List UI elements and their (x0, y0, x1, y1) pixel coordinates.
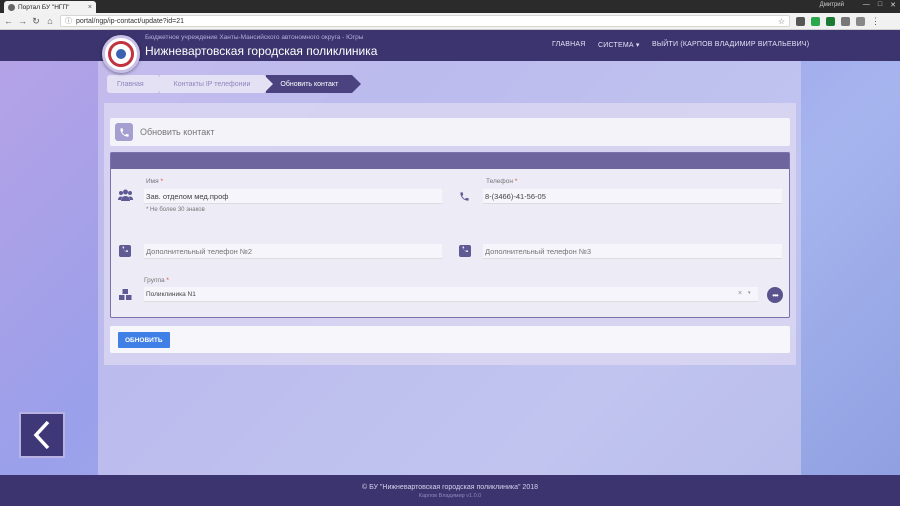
breadcrumb: Главная Контакты IP телефонии Обновить к… (107, 75, 362, 93)
extension-icon[interactable] (796, 16, 805, 26)
back-button[interactable] (19, 412, 65, 458)
name-label: Имя * (146, 178, 164, 185)
name-hint: * Не более 30 знаков (146, 207, 205, 213)
phone-square-icon (119, 245, 131, 259)
site-brand[interactable]: Нижневартовская городская поликлиника (145, 44, 377, 58)
browser-tab[interactable]: Портал БУ "НГП" × (4, 1, 96, 13)
site-footer: © БУ "Нижневартовская городская поликлин… (0, 475, 900, 506)
group-select[interactable]: Поликлиника N1 (144, 287, 758, 302)
bookmark-star-icon[interactable]: ☆ (778, 17, 785, 26)
nav-logout[interactable]: ВЫЙТИ (КАРПОВ ВЛАДИМИР ВИТАЛЬЕВИЧ) (652, 41, 809, 48)
phone-square-icon (459, 245, 471, 259)
more-options-button[interactable]: ••• (767, 287, 783, 303)
nav-home[interactable]: ГЛАВНАЯ (552, 41, 586, 48)
url-text: portal/ngp/ip-contact/update?id=21 (76, 17, 184, 25)
breadcrumb-contacts[interactable]: Контакты IP телефонии (159, 75, 274, 93)
tab-close-icon[interactable]: × (88, 4, 92, 11)
cubes-icon (118, 289, 133, 303)
home-icon[interactable]: ⌂ (46, 16, 54, 26)
header-subtitle: Бюджетное учреждение Ханты-Мансийского а… (145, 34, 364, 41)
forward-icon[interactable]: → (18, 16, 27, 26)
back-icon[interactable]: ← (4, 16, 13, 26)
name-input[interactable]: Зав. отделом мед.проф (144, 189, 442, 204)
form-actions: ОБНОВИТЬ (110, 326, 790, 353)
phone-label: Телефон * (486, 178, 518, 185)
phone-icon (459, 191, 470, 204)
site-info-icon[interactable]: ⓘ (65, 16, 72, 26)
breadcrumb-home[interactable]: Главная (107, 75, 167, 93)
favicon-icon (8, 3, 15, 11)
tab-title: Портал БУ "НГП" (18, 3, 70, 11)
extension-icon[interactable] (826, 16, 835, 26)
phone-icon (115, 123, 133, 141)
chevron-down-icon[interactable]: ▾ (748, 290, 751, 296)
menu-icon[interactable]: ⋮ (871, 16, 880, 27)
phone2-input[interactable] (144, 244, 442, 259)
minimize-icon[interactable]: — (863, 1, 870, 9)
extension-icon[interactable] (856, 16, 865, 26)
address-bar-row: ← → ↻ ⌂ ⓘ portal/ngp/ip-contact/update?i… (0, 13, 900, 30)
update-button[interactable]: ОБНОВИТЬ (118, 332, 170, 348)
page-title-bar: Обновить контакт (110, 118, 790, 146)
chevron-left-icon (33, 420, 50, 450)
logo[interactable] (102, 35, 140, 73)
version-info: Карпов Владимир v1.0.0 (418, 493, 482, 499)
url-input[interactable]: ⓘ portal/ngp/ip-contact/update?id=21 ☆ (60, 15, 790, 27)
copyright: © БУ "Нижневартовская городская поликлин… (362, 484, 538, 491)
breadcrumb-current: Обновить контакт (266, 75, 362, 93)
browser-user[interactable]: Дмитрий (820, 2, 844, 8)
extension-icon[interactable] (841, 16, 850, 26)
close-window-icon[interactable]: ✕ (890, 1, 896, 9)
page-title: Обновить контакт (140, 127, 215, 137)
users-icon (118, 189, 133, 203)
form-header (111, 153, 789, 169)
phone3-input[interactable] (483, 244, 782, 259)
group-label: Группа * (144, 277, 169, 284)
reload-icon[interactable]: ↻ (32, 16, 40, 27)
phone-input[interactable]: 8-(3466)-41-56-05 (483, 189, 782, 204)
nav-system[interactable]: СИСТЕМА ▾ (598, 41, 640, 49)
browser-tab-bar: Портал БУ "НГП" × Дмитрий — □ ✕ (0, 0, 900, 13)
extension-icon[interactable] (811, 16, 820, 26)
clear-icon[interactable]: × (738, 290, 742, 297)
maximize-icon[interactable]: □ (878, 1, 882, 9)
window-controls: — □ ✕ (863, 1, 896, 9)
